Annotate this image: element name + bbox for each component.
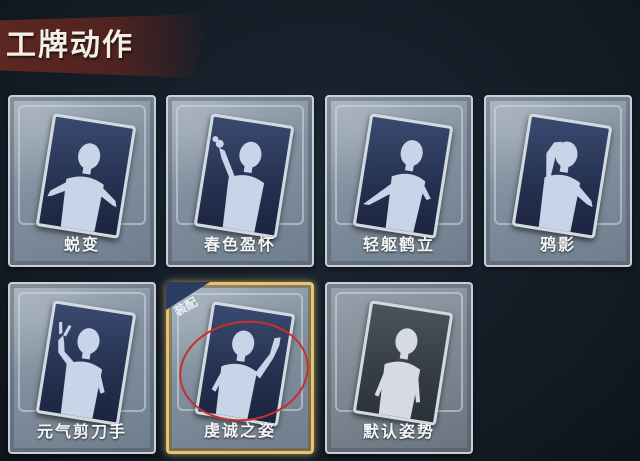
silhouette-raise-hand-icon [211,330,281,420]
emote-card-4[interactable]: 鸦影 [484,95,632,267]
page-title: 工牌动作 [6,28,134,63]
card-label: 元气剪刀手 [36,422,127,441]
pose-portrait [194,301,296,427]
silhouette-arms-out-icon [47,143,117,232]
emote-card-2[interactable]: 春色盈怀 [166,95,314,267]
emote-card-1[interactable]: 蜕变 [8,95,156,267]
card-label: 春色盈怀 [203,235,276,254]
emote-card-7[interactable]: 默认姿势 [325,282,473,454]
emote-card-5[interactable]: 元气剪刀手 [8,282,156,454]
card-label: 鸦影 [539,235,576,254]
pose-portrait [193,113,295,239]
emote-card-3[interactable]: 轻躯鹤立 [325,95,473,267]
pose-portrait [511,113,613,239]
pose-portrait [352,113,454,239]
silhouette-peace-sign-icon [58,321,105,419]
silhouette-flower-icon [212,136,265,233]
silhouette-side-reach-icon [363,140,431,233]
emote-screen: 工牌动作 蜕变 春色盈怀 轻躯鹤立 鸦影 元气剪刀手 装配 虔诚之姿 默认姿势 [0,0,640,461]
pose-portrait [35,300,137,426]
emote-card-6-selected[interactable]: 装配 虔诚之姿 [166,282,316,454]
card-label: 虔诚之姿 [203,421,276,440]
silhouette-hand-head-icon [538,141,593,232]
card-label: 蜕变 [63,235,100,254]
pose-portrait [352,300,454,426]
pose-portrait [35,113,137,239]
silhouette-default-icon [374,328,421,419]
card-label: 轻躯鹤立 [362,235,435,254]
card-label: 默认姿势 [362,422,435,441]
